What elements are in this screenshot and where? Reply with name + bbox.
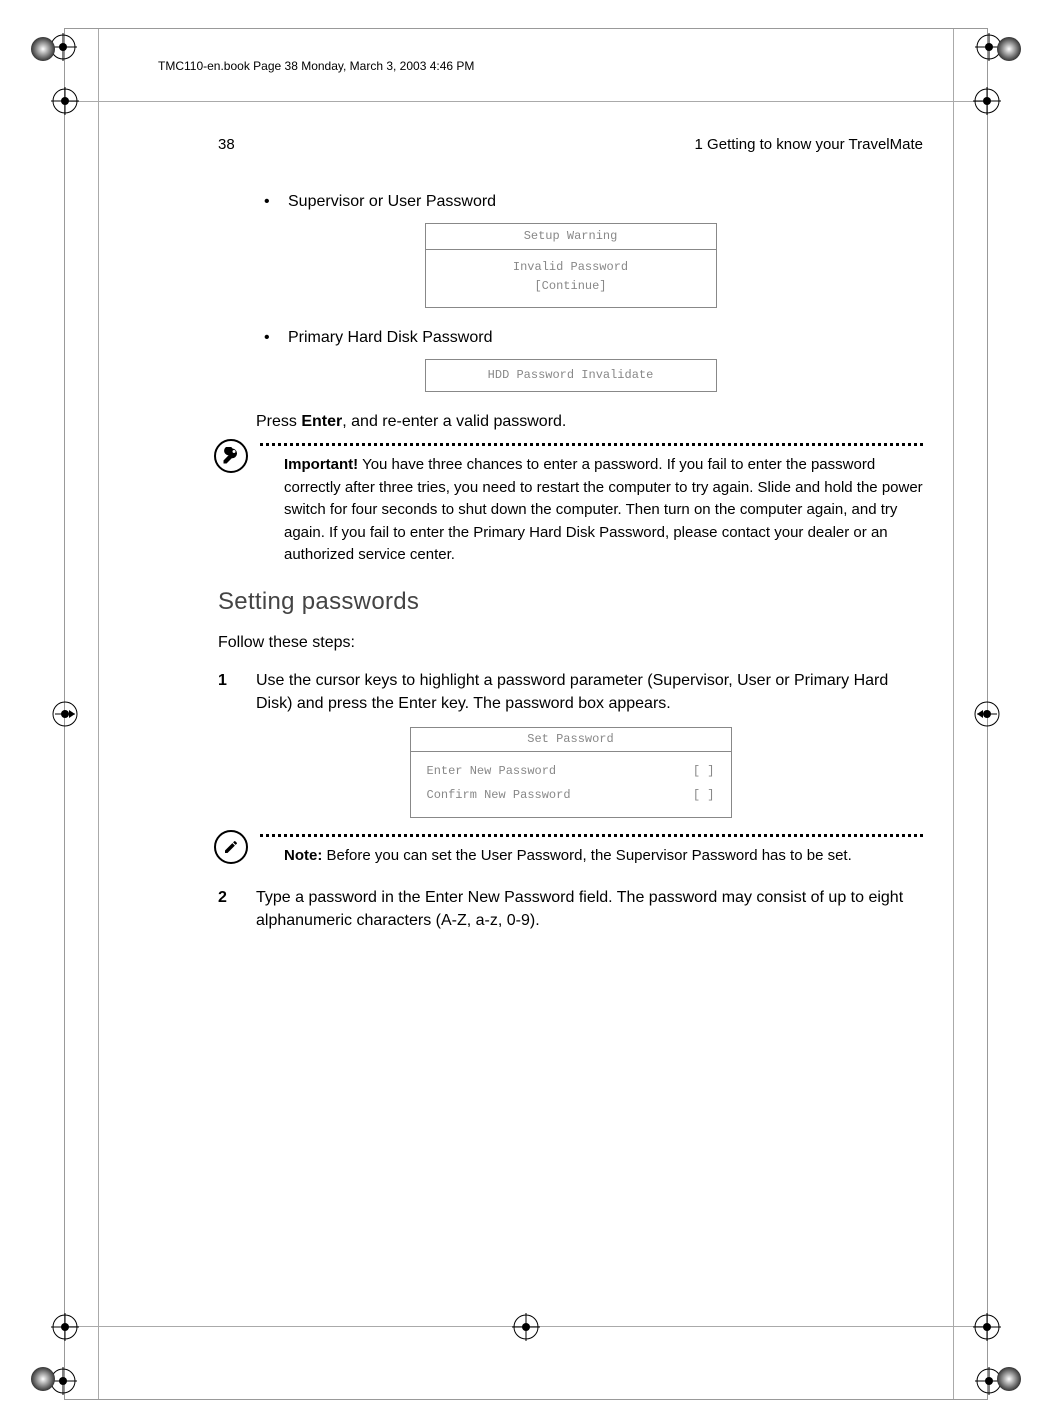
field-label: Enter New Password	[427, 763, 557, 780]
note-label: Note:	[284, 847, 322, 864]
step-text: Use the cursor keys to highlight a passw…	[256, 669, 923, 715]
content-area: 38 1 Getting to know your TravelMate • S…	[218, 134, 923, 942]
step-item: 1 Use the cursor keys to highlight a pas…	[218, 669, 923, 715]
bios-title: Set Password	[411, 728, 731, 752]
gradient-dot-icon	[995, 1365, 1023, 1393]
crop-mark-icon	[973, 1313, 1001, 1341]
crop-mark-icon	[512, 1313, 540, 1341]
bullet-icon: •	[264, 326, 288, 349]
crop-mark-icon	[51, 1313, 79, 1341]
book-tag: TMC110-en.book Page 38 Monday, March 3, …	[158, 59, 474, 73]
step-number: 1	[218, 669, 256, 715]
bios-dialog-hdd: HDD Password Invalidate	[425, 359, 717, 392]
key-icon	[214, 439, 248, 473]
chapter-title: 1 Getting to know your TravelMate	[695, 134, 923, 156]
step-number: 2	[218, 886, 256, 932]
crop-mark-icon	[51, 87, 79, 115]
important-label: Important!	[284, 456, 358, 473]
important-text: You have three chances to enter a passwo…	[284, 456, 923, 563]
bullet-text: Supervisor or User Password	[288, 190, 496, 213]
gradient-dot-icon	[29, 35, 57, 63]
field-value: [ ]	[693, 787, 715, 804]
bios-dialog-setup-warning: Setup Warning Invalid Password [Continue…	[425, 223, 717, 308]
crop-mark-icon	[51, 700, 79, 728]
bullet-item: • Primary Hard Disk Password	[264, 326, 923, 349]
gradient-dot-icon	[995, 35, 1023, 63]
paragraph: Press Enter, and re-enter a valid passwo…	[256, 410, 923, 433]
section-heading: Setting passwords	[218, 585, 923, 620]
note-callout: Note: Before you can set the User Passwo…	[256, 834, 923, 868]
note-text: Before you can set the User Password, th…	[322, 847, 851, 864]
lead-text: Follow these steps:	[218, 631, 923, 654]
bullet-icon: •	[264, 190, 288, 213]
inner-frame: TMC110-en.book Page 38 Monday, March 3, …	[98, 29, 954, 1399]
crop-mark-icon	[973, 87, 1001, 115]
crop-mark-icon	[973, 700, 1001, 728]
bios-title: Setup Warning	[426, 224, 716, 250]
pencil-icon	[214, 830, 248, 864]
gradient-dot-icon	[29, 1365, 57, 1393]
running-header: 38 1 Getting to know your TravelMate	[218, 134, 923, 156]
step-text: Type a password in the Enter New Passwor…	[256, 886, 923, 932]
bios-line: Invalid Password	[426, 258, 716, 277]
bios-dialog-set-password: Set Password Enter New Password [ ] Confi…	[410, 727, 732, 818]
field-label: Confirm New Password	[427, 787, 571, 804]
page-number: 38	[218, 134, 235, 156]
bullet-text: Primary Hard Disk Password	[288, 326, 492, 349]
bios-line: HDD Password Invalidate	[426, 360, 716, 391]
page-frame: TMC110-en.book Page 38 Monday, March 3, …	[64, 28, 988, 1400]
bios-line: [Continue]	[426, 277, 716, 296]
key-name: Enter	[301, 413, 342, 430]
important-callout: Important! You have three chances to ent…	[256, 443, 923, 567]
bullet-item: • Supervisor or User Password	[264, 190, 923, 213]
step-item: 2 Type a password in the Enter New Passw…	[218, 886, 923, 932]
field-value: [ ]	[693, 763, 715, 780]
